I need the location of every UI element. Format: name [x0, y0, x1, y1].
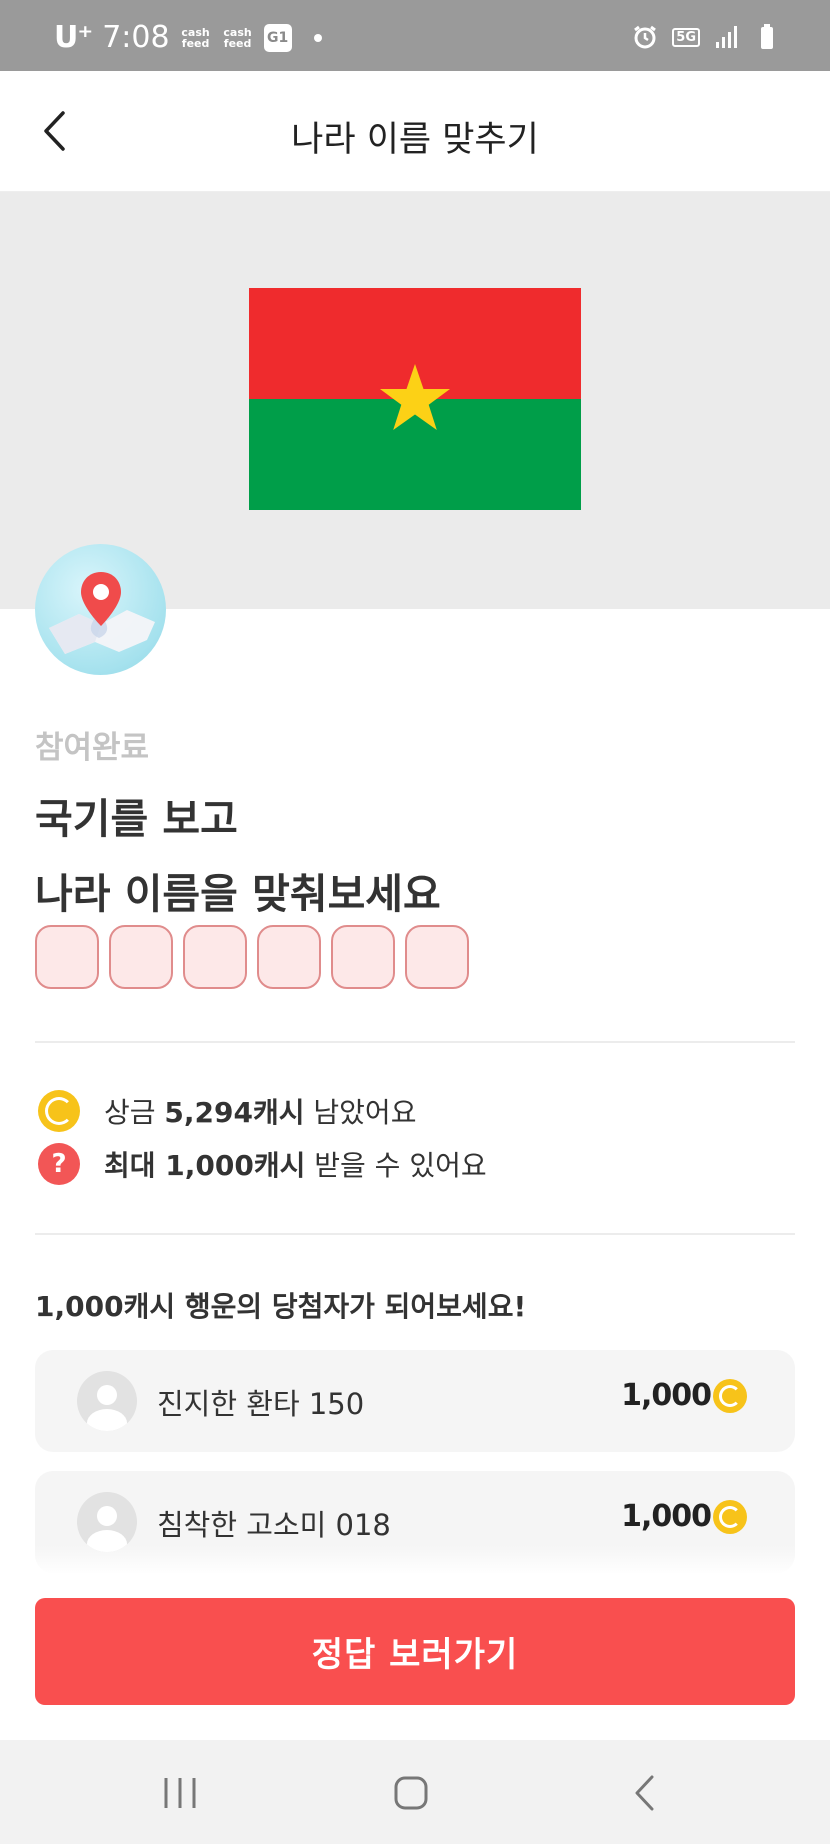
status-time: 7:08: [102, 20, 170, 55]
winner-amount: 1,000: [621, 1378, 747, 1413]
nav-back-button[interactable]: [614, 1770, 674, 1816]
answer-box[interactable]: [331, 925, 395, 989]
coin-icon: [38, 1090, 80, 1132]
max-reward-suffix: 받을 수 있어요: [305, 1149, 487, 1182]
flag-bottom-stripe: [249, 399, 581, 510]
app-header: 나라 이름 맞추기: [0, 71, 830, 192]
flag-image: [249, 288, 581, 510]
question-line-2: 나라 이름을 맞춰보세요: [35, 870, 441, 918]
cashfeed-notification-icon: cash feed: [181, 25, 210, 50]
signal-icon: [716, 26, 737, 48]
back-icon: [635, 1775, 654, 1811]
winner-name: 침착한 고소미 018: [157, 1508, 391, 1542]
status-bar: U⁺ 7:08 cash feed cash feed G1 5G: [0, 0, 830, 71]
cashfeed-notification-icon-2: cash feed: [223, 25, 252, 50]
prize-prefix: 상금: [104, 1096, 165, 1129]
participation-status: 참여완료: [35, 730, 150, 766]
home-icon: [394, 1776, 428, 1810]
list-fade-overlay: [0, 1545, 830, 1575]
prize-suffix: 남았어요: [304, 1096, 417, 1129]
system-navigation-bar: [0, 1740, 830, 1844]
winners-title: 1,000캐시 행운의 당첨자가 되어보세요!: [35, 1290, 527, 1323]
winner-amount-value: 1,000: [621, 1378, 712, 1413]
divider: [35, 1233, 795, 1235]
coin-icon: [713, 1499, 747, 1534]
page-title: 나라 이름 맞추기: [291, 120, 539, 160]
5g-icon: 5G: [672, 27, 700, 47]
max-reward-amount: 최대 1,000캐시: [104, 1149, 306, 1182]
quiz-question: 국기를 보고 나라 이름을 맞춰보세요: [35, 782, 441, 932]
map-pin-icon: [35, 544, 166, 675]
prize-amount: 5,294캐시: [164, 1096, 305, 1129]
winner-amount-value: 1,000: [621, 1499, 712, 1534]
answer-boxes: [35, 925, 469, 989]
app-notification-badge: G1: [263, 23, 292, 52]
flag-banner: [0, 192, 830, 609]
question-line-1: 국기를 보고: [35, 795, 238, 843]
winner-card: 진지한 환타 150 1,000: [35, 1350, 795, 1452]
answer-box[interactable]: [405, 925, 469, 989]
answer-box[interactable]: [257, 925, 321, 989]
divider: [35, 1041, 795, 1043]
winner-name: 진지한 환타 150: [157, 1387, 365, 1421]
coin-icon: [713, 1378, 747, 1413]
more-notifications-dot: [313, 33, 322, 42]
battery-icon: [761, 24, 773, 49]
answer-box[interactable]: [35, 925, 99, 989]
answer-box[interactable]: [109, 925, 173, 989]
recent-apps-icon: [164, 1778, 196, 1808]
see-answer-button[interactable]: 정답 보러가기: [35, 1598, 795, 1705]
avatar: [77, 1371, 137, 1431]
question-mark-icon[interactable]: ?: [38, 1143, 80, 1185]
recent-apps-button[interactable]: [150, 1770, 210, 1816]
max-reward-info-row: ? 최대 1,000캐시 받을 수 있어요: [38, 1143, 487, 1185]
answer-box[interactable]: [183, 925, 247, 989]
carrier-label: U⁺: [54, 20, 93, 55]
prize-info-row: 상금 5,294캐시 남았어요: [38, 1090, 416, 1132]
winner-amount: 1,000: [621, 1499, 747, 1534]
avatar: [77, 1492, 137, 1552]
alarm-icon: [634, 25, 657, 49]
home-button[interactable]: [381, 1770, 441, 1816]
